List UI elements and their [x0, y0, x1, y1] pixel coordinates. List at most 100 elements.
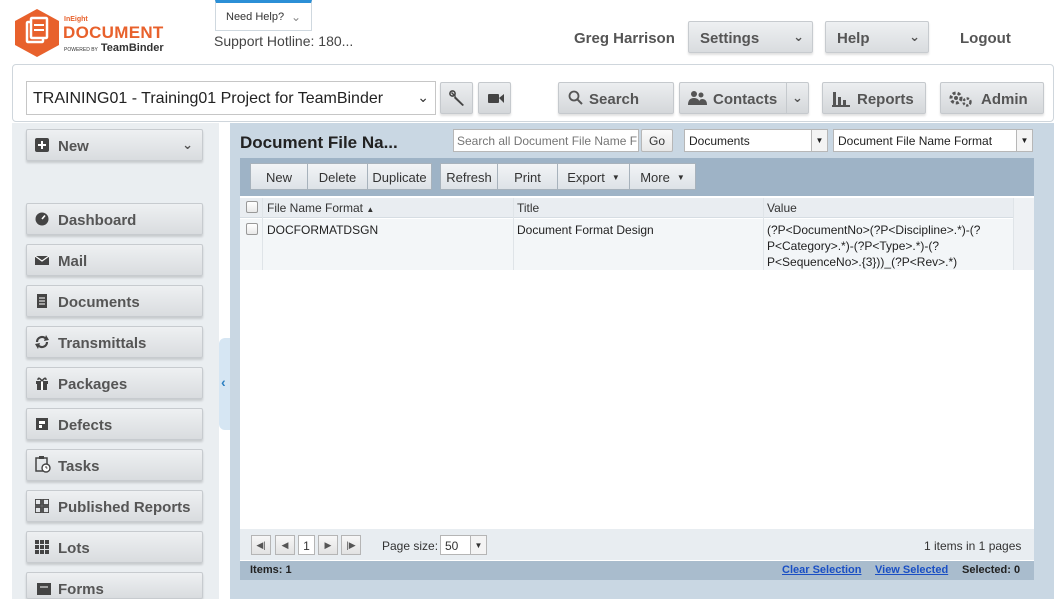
dropdown-arrow-icon: ▼ — [676, 173, 685, 182]
project-select[interactable]: TRAINING01 - Training01 Project for Team… — [26, 81, 436, 115]
mail-icon — [35, 255, 49, 265]
contacts-label: Contacts — [713, 91, 778, 108]
sidebar-item-mail[interactable]: Mail — [26, 244, 203, 276]
view-selected-link[interactable]: View Selected — [875, 564, 948, 576]
sidebar-item-lots[interactable]: Lots — [26, 531, 203, 563]
new-record-button[interactable]: New — [250, 163, 308, 190]
chevron-down-icon: ⌄ — [909, 29, 920, 44]
help-menu-button[interactable]: Help ⌄ — [825, 21, 929, 53]
logout-link[interactable]: Logout — [960, 30, 1011, 47]
contacts-button[interactable]: Contacts ⌄ — [679, 82, 809, 114]
user-name[interactable]: Greg Harrison — [574, 30, 675, 47]
admin-label: Admin — [981, 91, 1028, 108]
sidebar-item-transmittals[interactable]: Transmittals — [26, 326, 203, 358]
sidebar-item-label: Mail — [58, 253, 88, 270]
logo-hexagon-icon — [15, 9, 59, 57]
need-help-label: Need Help? — [226, 11, 285, 23]
forms-icon — [37, 583, 51, 595]
table-row[interactable]: DOCFORMATDSGN Document Format Design (?P… — [240, 219, 1034, 270]
inEight-document-logo[interactable]: InEight DOCUMENT POWERED BY TeamBinder — [14, 8, 164, 60]
chevron-down-icon: ⌄ — [417, 89, 429, 105]
select-all-checkbox[interactable] — [246, 201, 258, 213]
items-count: Items: 1 — [250, 564, 292, 576]
next-page-button[interactable]: ▶ — [318, 535, 338, 555]
column-header-file-name-format[interactable]: File Name Format ▲ — [267, 201, 374, 215]
reports-label: Reports — [857, 91, 914, 108]
column-header-title[interactable]: Title — [517, 201, 539, 215]
packages-icon — [36, 377, 48, 390]
previous-page-button[interactable]: ◀ — [275, 535, 295, 555]
cell-file-name-format: DOCFORMATDSGN — [267, 223, 379, 237]
view-select-value: Document File Name Format — [838, 134, 993, 148]
sidebar-item-packages[interactable]: Packages — [26, 367, 203, 399]
export-button[interactable]: Export ▼ — [558, 163, 630, 190]
dropdown-arrow-icon: ▼ — [811, 130, 827, 151]
module-select-value: Documents — [689, 134, 750, 148]
duplicate-button[interactable]: Duplicate — [368, 163, 432, 190]
module-select[interactable]: Documents ▼ — [684, 129, 828, 152]
page-size-value: 50 — [445, 539, 459, 553]
settings-label: Settings — [700, 30, 760, 47]
sidebar-item-defects[interactable]: Defects — [26, 408, 203, 440]
sidebar-item-label: Documents — [58, 294, 140, 311]
sidebar-item-documents[interactable]: Documents — [26, 285, 203, 317]
new-label: New — [58, 138, 89, 155]
dropdown-arrow-icon: ▼ — [611, 173, 620, 182]
first-page-button[interactable]: ◀| — [251, 535, 271, 555]
sidebar-item-label: Tasks — [58, 458, 100, 475]
sidebar-item-label: Transmittals — [58, 335, 147, 352]
admin-button[interactable]: Admin — [940, 82, 1044, 114]
chevron-down-icon: ⌄ — [793, 29, 804, 44]
current-page[interactable]: 1 — [298, 535, 315, 555]
print-button[interactable]: Print — [498, 163, 558, 190]
grid-toolbar-group-edit: New Delete Duplicate — [250, 163, 432, 190]
logo-brand-big: DOCUMENT — [63, 23, 164, 42]
page-size-select[interactable]: 50 ▼ — [440, 535, 487, 555]
sidebar-item-tasks[interactable]: Tasks — [26, 449, 203, 481]
chevron-down-icon: ⌄ — [182, 137, 193, 152]
go-button[interactable]: Go — [641, 129, 673, 152]
grid-header: File Name Format ▲ Title Value — [240, 198, 1034, 218]
more-label: More — [640, 170, 670, 185]
sidebar-item-label: Packages — [58, 376, 128, 393]
plus-square-icon — [35, 138, 49, 152]
search-button[interactable]: Search — [558, 82, 674, 114]
row-checkbox[interactable] — [246, 223, 258, 235]
sidebar-item-label: Dashboard — [58, 212, 137, 229]
defects-icon — [36, 418, 48, 430]
chevron-left-icon: ‹ — [221, 374, 226, 390]
sidebar-item-dashboard[interactable]: Dashboard — [26, 203, 203, 235]
project-select-value: TRAINING01 - Training01 Project for Team… — [33, 90, 384, 107]
reports-button[interactable]: Reports — [822, 82, 926, 114]
wrench-icon — [449, 90, 464, 106]
need-help-dropdown[interactable]: Need Help? ⌄ — [215, 0, 312, 31]
sidebar-item-forms[interactable]: Forms — [26, 572, 203, 599]
last-page-button[interactable]: |▶ — [341, 535, 361, 555]
chevron-down-icon[interactable]: ⌄ — [792, 90, 803, 106]
refresh-button[interactable]: Refresh — [440, 163, 498, 190]
sort-ascending-icon: ▲ — [366, 205, 375, 214]
video-button[interactable] — [478, 82, 511, 114]
document-file-name-search[interactable] — [453, 129, 639, 152]
selected-count: Selected: 0 — [962, 564, 1021, 576]
video-camera-icon — [488, 94, 504, 103]
contacts-icon — [688, 91, 707, 105]
tools-button[interactable] — [440, 82, 473, 114]
more-button[interactable]: More ▼ — [630, 163, 696, 190]
chevron-down-icon: ⌄ — [290, 10, 301, 24]
sidebar-item-label: Defects — [58, 417, 113, 434]
clear-selection-link[interactable]: Clear Selection — [782, 564, 861, 576]
sidebar-item-published-reports[interactable]: Published Reports — [26, 490, 203, 522]
column-divider — [513, 198, 514, 270]
new-menu-button[interactable]: New ⌄ — [26, 129, 203, 161]
search-input[interactable] — [457, 134, 637, 148]
sidebar — [12, 123, 219, 599]
settings-menu-button[interactable]: Settings ⌄ — [688, 21, 813, 53]
delete-button[interactable]: Delete — [308, 163, 368, 190]
search-label: Search — [589, 91, 640, 108]
dropdown-arrow-icon: ▼ — [1016, 130, 1032, 151]
view-select[interactable]: Document File Name Format ▼ — [833, 129, 1033, 152]
column-header-value[interactable]: Value — [767, 201, 797, 215]
page-size-label: Page size: — [382, 539, 439, 553]
transmittals-icon — [35, 335, 49, 349]
